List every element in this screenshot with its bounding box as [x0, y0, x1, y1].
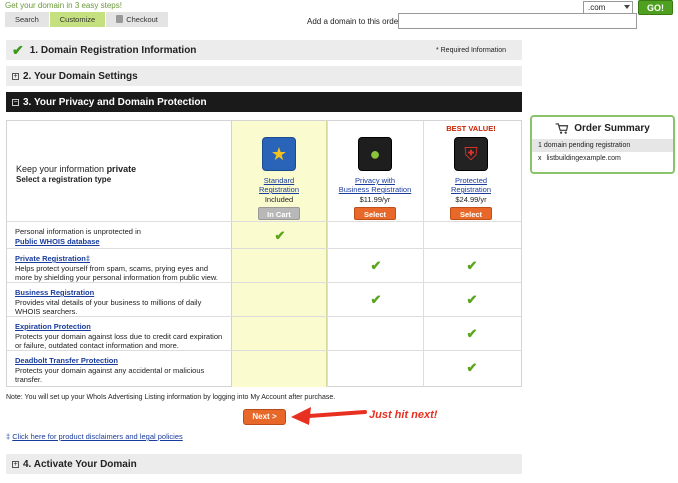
select-privacy-button[interactable]: Select: [354, 207, 396, 220]
add-domain-label: Add a domain to this order:: [307, 17, 404, 26]
feature-row-public-whois: Personal information is unprotected in Pu…: [7, 222, 521, 249]
expiration-protection-link[interactable]: Expiration Protection: [15, 322, 91, 331]
pending-count: 1 domain pending registration: [532, 139, 673, 152]
star-shield-icon: ★: [262, 137, 296, 171]
order-summary-title: Order Summary: [574, 122, 650, 134]
step-checkout-label: Checkout: [126, 15, 158, 24]
section-privacy-protection[interactable]: − 3. Your Privacy and Domain Protection: [6, 92, 522, 112]
step-search[interactable]: Search: [5, 12, 50, 27]
feature-row-deadbolt-transfer: Deadbolt Transfer Protection Protects you…: [15, 356, 478, 384]
checkmark-icon: ✔: [12, 42, 24, 58]
next-button[interactable]: Next >: [243, 409, 286, 425]
in-cart-button[interactable]: In Cart: [258, 207, 300, 220]
order-domain: listbuildingexample.com: [546, 155, 621, 162]
red-arrow-icon: [291, 407, 367, 425]
plan-standard-link[interactable]: Standard Registration: [231, 176, 327, 194]
whois-note: Note: You will set up your WhoIs Adverti…: [6, 394, 336, 401]
plan-protected: BEST VALUE! ⛨ Protected Registration $24.…: [423, 121, 519, 220]
best-value-badge: BEST VALUE!: [446, 124, 496, 133]
disclaimer-link[interactable]: ‡ Click here for product disclaimers and…: [6, 432, 183, 441]
plan-price: $11.99/yr: [359, 195, 391, 204]
checkmark-icon: ✔: [466, 258, 478, 273]
collapse-icon: −: [12, 98, 19, 106]
feature-row-expiration-protection: Expiration Protection Protects your domai…: [7, 317, 521, 351]
plan-protected-link[interactable]: Protected Registration: [423, 176, 519, 194]
plans-header: Keep your information private Select a r…: [7, 121, 521, 222]
select-type-label: Select a registration type: [16, 175, 112, 184]
remove-icon[interactable]: x: [538, 155, 542, 162]
privacy-panel: Keep your information private Select a r…: [6, 120, 522, 387]
plan-standard: ★ Standard Registration Included In Cart: [231, 121, 327, 220]
chevron-down-icon: [624, 5, 630, 9]
business-registration-link[interactable]: Business Registration: [15, 288, 94, 297]
feature-row-private-registration: Private Registration‡ Helps protect yours…: [7, 249, 521, 283]
section-activate-domain[interactable]: + 4. Activate Your Domain: [6, 454, 522, 474]
checkmark-icon: ✔: [466, 292, 478, 307]
required-note: * Required Information: [435, 46, 506, 54]
expand-icon: +: [12, 460, 19, 468]
checkmark-icon: ✔: [274, 228, 286, 243]
go-button[interactable]: GO!: [638, 0, 673, 15]
plan-price: $24.99/yr: [455, 195, 487, 204]
lock-icon: [116, 15, 124, 23]
checkmark-icon: ✔: [370, 292, 382, 307]
order-item: x listbuildingexample.com: [532, 152, 673, 166]
section-title: 3. Your Privacy and Domain Protection: [23, 96, 207, 108]
section-title: 2. Your Domain Settings: [23, 70, 138, 82]
plan-privacy-link[interactable]: Privacy with Business Registration: [327, 176, 423, 194]
lock-globe-icon: ●: [358, 137, 392, 171]
plan-privacy-business: ● Privacy with Business Registration $11.…: [327, 121, 423, 220]
section-title: 4. Activate Your Domain: [23, 458, 137, 470]
keep-private-title: Keep your information private: [16, 164, 137, 174]
shield-icon: ⛨: [454, 137, 488, 171]
plan-price: Included: [264, 195, 294, 204]
section-domain-settings[interactable]: + 2. Your Domain Settings: [6, 66, 522, 86]
step-customize[interactable]: Customize: [49, 12, 107, 27]
expand-icon: +: [12, 72, 19, 80]
checkmark-icon: ✔: [370, 258, 382, 273]
checkmark-icon: ✔: [466, 326, 478, 341]
cart-icon: [555, 122, 569, 134]
checkmark-icon: ✔: [466, 360, 478, 375]
step-breadcrumb: Search Customize Checkout: [5, 12, 169, 27]
add-domain-input[interactable]: [398, 13, 637, 29]
section-title: 1. Domain Registration Information: [29, 44, 197, 56]
steps-title: Get your domain in 3 easy steps!: [5, 1, 122, 10]
deadbolt-transfer-link[interactable]: Deadbolt Transfer Protection: [15, 356, 118, 365]
section-domain-registration[interactable]: ✔ 1. Domain Registration Information * R…: [6, 40, 522, 60]
public-whois-link[interactable]: Public WHOIS database: [15, 237, 100, 246]
private-registration-link[interactable]: Private Registration‡: [15, 254, 90, 263]
feature-row-business-registration: Business Registration Provides vital deta…: [7, 283, 521, 317]
order-summary: Order Summary 1 domain pending registrat…: [530, 115, 675, 174]
annotation-text: Just hit next!: [369, 409, 438, 421]
step-checkout[interactable]: Checkout: [106, 12, 169, 27]
tld-value: .com: [588, 3, 606, 12]
select-protected-button[interactable]: Select: [450, 207, 492, 220]
